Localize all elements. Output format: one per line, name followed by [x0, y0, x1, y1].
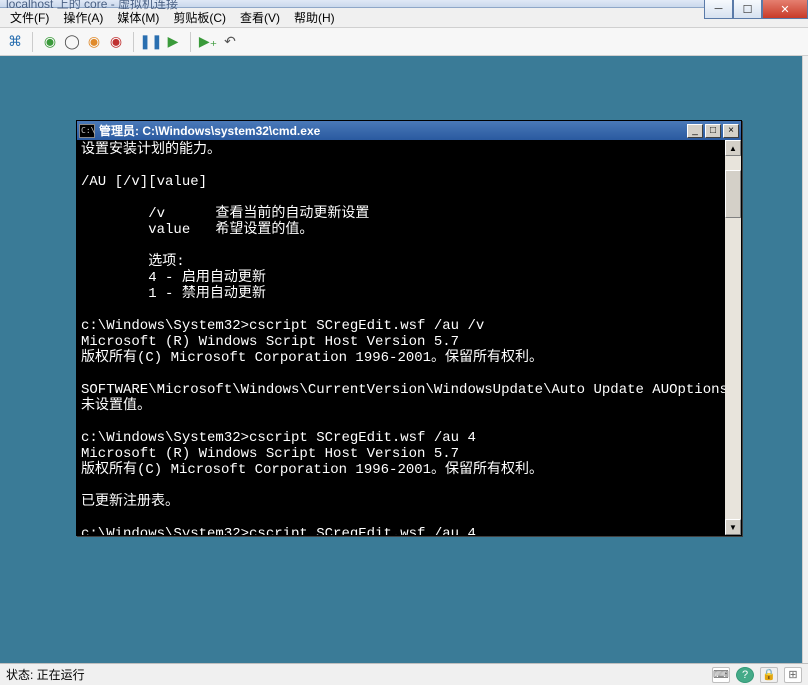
cmd-icon: C:\	[79, 124, 95, 138]
cmd-window-controls: _ □ ×	[687, 124, 739, 138]
lock-icon[interactable]: 🔒	[760, 667, 778, 683]
save-icon[interactable]: ◉	[107, 33, 125, 51]
scroll-thumb[interactable]	[725, 170, 741, 218]
turnoff-icon[interactable]: ◯	[63, 33, 81, 51]
menu-view[interactable]: 查看(V)	[234, 7, 286, 28]
cmd-title: 管理员: C:\Windows\system32\cmd.exe	[99, 122, 687, 139]
status-icons: ⌨ ? 🔒 ⊞	[712, 667, 802, 683]
toolbar-separator	[133, 32, 134, 52]
right-scroll-gutter	[802, 56, 808, 663]
network-icon[interactable]: ⊞	[784, 667, 802, 683]
pause-icon[interactable]: ❚❚	[142, 33, 160, 51]
cmd-output[interactable]: 设置安装计划的能力。 /AU [/v][value] /v 查看当前的自动更新设…	[77, 140, 725, 535]
cmd-body: 设置安装计划的能力。 /AU [/v][value] /v 查看当前的自动更新设…	[77, 140, 741, 535]
menubar: 文件(F) 操作(A) 媒体(M) 剪贴板(C) 查看(V) 帮助(H)	[0, 8, 808, 28]
snapshot-icon[interactable]: ▶₊	[199, 33, 217, 51]
keyboard-icon[interactable]: ⌨	[712, 667, 730, 683]
outer-titlebar: localhost 上的 core - 虚拟机连接 ─ ☐ ✕	[0, 0, 808, 8]
start-icon[interactable]: ◉	[41, 33, 59, 51]
close-button[interactable]: ✕	[762, 0, 808, 19]
cmd-window: C:\ 管理员: C:\Windows\system32\cmd.exe _ □…	[76, 120, 742, 536]
toolbar-separator	[190, 32, 191, 52]
toolbar-separator	[32, 32, 33, 52]
help-icon[interactable]: ?	[736, 667, 754, 683]
cmd-scrollbar[interactable]: ▲ ▼	[725, 140, 741, 535]
status-text: 状态: 正在运行	[6, 666, 712, 683]
menu-help[interactable]: 帮助(H)	[288, 7, 341, 28]
outer-window-controls: ─ ☐ ✕	[704, 0, 808, 19]
minimize-button[interactable]: ─	[704, 0, 733, 19]
scroll-down-icon[interactable]: ▼	[725, 519, 741, 535]
scroll-up-icon[interactable]: ▲	[725, 140, 741, 156]
reset-icon[interactable]: ▶	[164, 33, 182, 51]
maximize-button[interactable]: ☐	[733, 0, 762, 19]
cmd-titlebar[interactable]: C:\ 管理员: C:\Windows\system32\cmd.exe _ □…	[77, 121, 741, 140]
vm-display-area[interactable]: C:\ 管理员: C:\Windows\system32\cmd.exe _ □…	[0, 56, 808, 663]
shutdown-icon[interactable]: ◉	[85, 33, 103, 51]
cmd-maximize-button[interactable]: □	[705, 124, 721, 138]
outer-window-title: localhost 上的 core - 虚拟机连接	[6, 0, 178, 8]
revert-icon[interactable]: ↶	[221, 33, 239, 51]
scroll-track[interactable]	[725, 156, 741, 519]
ctrl-alt-del-icon[interactable]: ⌘	[6, 33, 24, 51]
cmd-close-button[interactable]: ×	[723, 124, 739, 138]
statusbar: 状态: 正在运行 ⌨ ? 🔒 ⊞	[0, 663, 808, 685]
toolbar: ⌘ ◉ ◯ ◉ ◉ ❚❚ ▶ ▶₊ ↶	[0, 28, 808, 56]
cmd-minimize-button[interactable]: _	[687, 124, 703, 138]
